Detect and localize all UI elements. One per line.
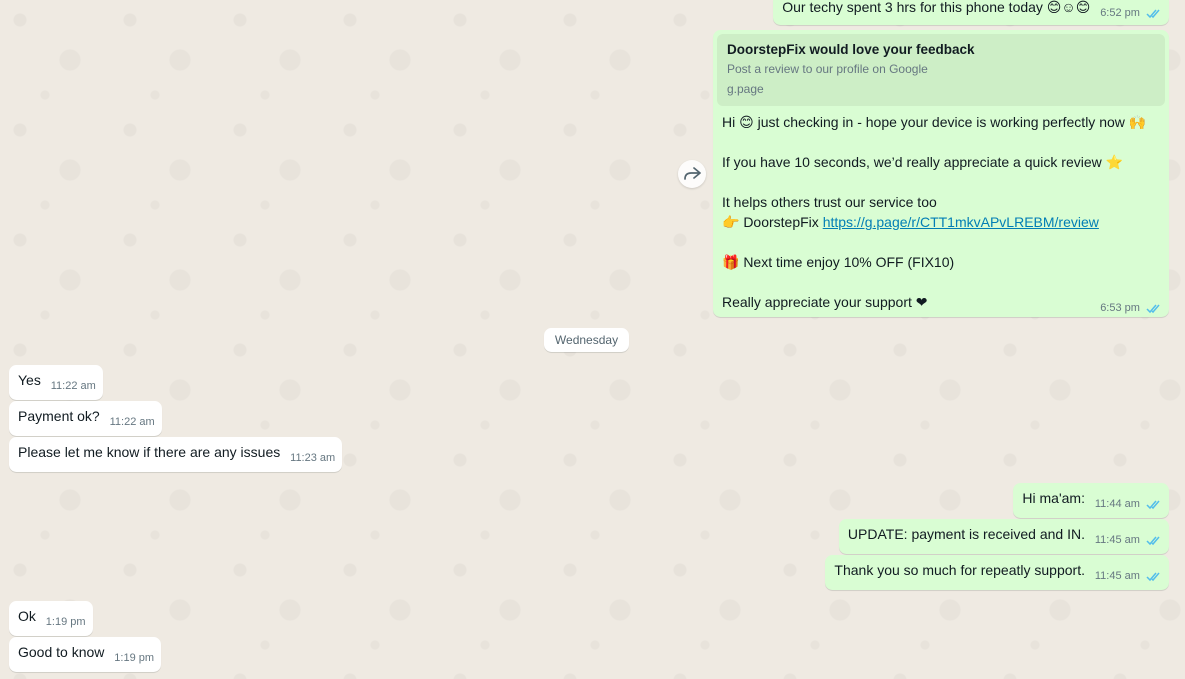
message-line: 👉 DoorstepFix — [722, 214, 823, 230]
message-meta: 6:53 pm — [1100, 298, 1162, 318]
message-body: Hi 😊 just checking in - hope your device… — [722, 112, 1162, 314]
message-time: 1:19 pm — [45, 616, 86, 628]
message-time: 11:45 am — [1094, 534, 1140, 546]
message-text: Please let me know if there are any issu… — [18, 444, 281, 460]
message-time: 11:23 am — [290, 452, 336, 464]
message-text: Yes — [18, 372, 41, 388]
message-time: 11:22 am — [109, 416, 155, 428]
message-outgoing[interactable]: Hi ma'am: 11:44 am — [1013, 483, 1169, 518]
message-outgoing-review[interactable]: DoorstepFix would love your feedback Pos… — [713, 30, 1169, 317]
double-check-icon — [1146, 304, 1160, 313]
message-text: Thank you so much for repeatly support. — [834, 562, 1085, 578]
message-incoming[interactable]: Ok 1:19 pm — [9, 601, 93, 636]
message-line: If you have 10 seconds, we’d really appr… — [722, 154, 1124, 170]
message-time: 11:44 am — [1094, 498, 1140, 510]
message-time: 6:53 pm — [1100, 302, 1140, 314]
forward-icon — [684, 167, 701, 180]
message-text: Payment ok? — [18, 408, 100, 424]
double-check-icon — [1146, 9, 1160, 18]
double-check-icon — [1146, 500, 1160, 509]
message-text: Our techy spent 3 hrs for this phone tod… — [782, 0, 1091, 15]
message-incoming[interactable]: Please let me know if there are any issu… — [9, 437, 343, 472]
message-text: Good to know — [18, 644, 105, 660]
review-link[interactable]: https://g.page/r/CTT1mkvAPvLREBM/review — [823, 214, 1099, 230]
message-meta: 6:52 pm — [1100, 4, 1162, 23]
message-time: 11:22 am — [50, 380, 96, 392]
message-line: Really appreciate your support ❤ 6:53 pm — [722, 292, 1162, 314]
double-check-icon — [1146, 572, 1160, 581]
message-time: 1:19 pm — [114, 652, 155, 664]
message-time: 11:45 am — [1094, 570, 1140, 582]
message-outgoing[interactable]: UPDATE: payment is received and IN. 11:4… — [838, 519, 1169, 554]
message-text: UPDATE: payment is received and IN. — [847, 526, 1085, 542]
link-preview-title: DoorstepFix would love your feedback — [727, 42, 975, 57]
link-preview[interactable]: DoorstepFix would love your feedback Pos… — [717, 34, 1165, 106]
message-meta: 11:45 am — [1095, 531, 1162, 550]
message-incoming[interactable]: Payment ok? 11:22 am — [9, 401, 162, 436]
message-incoming[interactable]: Good to know 1:19 pm — [9, 637, 162, 672]
message-outgoing[interactable]: Thank you so much for repeatly support. … — [825, 555, 1169, 590]
message-incoming[interactable]: Yes 11:22 am — [9, 365, 103, 400]
message-line: Hi 😊 just checking in - hope your device… — [722, 114, 1147, 130]
date-separator: Wednesday — [544, 328, 629, 352]
message-text: Ok — [18, 608, 36, 624]
message-line-with-link: 👉 DoorstepFix https://g.page/r/CTT1mkvAP… — [722, 212, 1162, 232]
message-line: It helps others trust our service too — [722, 194, 937, 210]
message-time: 6:52 pm — [1100, 7, 1140, 19]
forward-button[interactable] — [678, 160, 706, 188]
message-line: 🎁 Next time enjoy 10% OFF (FIX10) — [722, 254, 955, 270]
double-check-icon — [1146, 536, 1160, 545]
link-preview-description: Post a review to our profile on Google — [727, 62, 928, 76]
message-outgoing[interactable]: Our techy spent 3 hrs for this phone tod… — [773, 0, 1169, 25]
link-preview-domain: g.page — [727, 82, 764, 96]
message-text: Hi ma'am: — [1022, 490, 1085, 506]
message-meta: 11:44 am — [1095, 495, 1162, 514]
message-meta: 11:45 am — [1095, 567, 1162, 586]
